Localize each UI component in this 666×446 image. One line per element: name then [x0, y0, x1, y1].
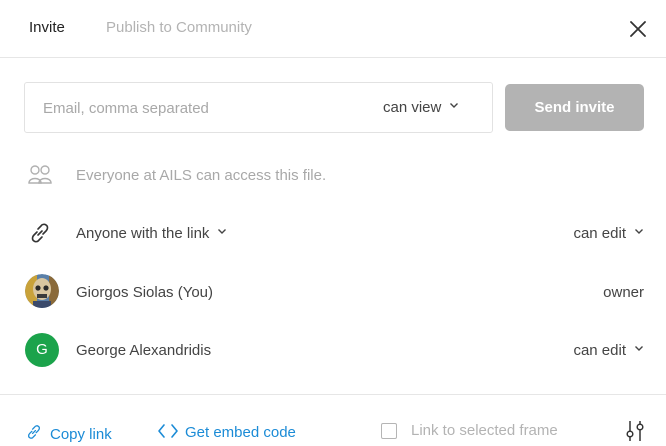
chevron-down-icon — [635, 229, 643, 234]
chevron-down-icon — [635, 346, 643, 351]
avatar — [25, 274, 59, 308]
tab-publish-to-community[interactable]: Publish to Community — [106, 19, 252, 36]
link-access-select[interactable]: Anyone with the link — [76, 225, 227, 242]
send-invite-button[interactable]: Send invite — [505, 84, 644, 131]
member-permission-select[interactable]: can edit — [573, 342, 644, 359]
email-input[interactable] — [43, 98, 343, 118]
member-role: owner — [603, 284, 644, 301]
link-icon — [31, 223, 49, 243]
link-frame-checkbox[interactable] — [381, 423, 397, 439]
member-name: Giorgos Siolas (You) — [76, 284, 214, 301]
close-icon[interactable] — [627, 18, 649, 40]
link-icon — [28, 425, 40, 439]
org-access-text: Everyone at AILS can access this file. — [76, 167, 327, 184]
code-icon — [158, 424, 178, 438]
people-icon — [28, 165, 52, 184]
link-permission-select[interactable]: can edit — [573, 225, 644, 242]
invite-permission-select[interactable]: can view — [383, 99, 459, 116]
member-permission-label: can edit — [573, 342, 626, 359]
get-embed-code-button[interactable]: Get embed code — [157, 422, 296, 441]
footer-divider — [0, 394, 666, 395]
sliders-icon[interactable] — [624, 419, 646, 443]
copy-link-button[interactable]: Copy link — [24, 422, 112, 443]
chevron-down-icon — [450, 103, 459, 108]
link-frame-label: Link to selected frame — [411, 422, 558, 439]
member-name: George Alexandridis — [76, 342, 212, 359]
avatar: G — [25, 333, 59, 367]
chevron-down-icon — [218, 229, 227, 234]
link-access-label: Anyone with the link — [76, 225, 210, 242]
link-permission-label: can edit — [573, 225, 626, 242]
tab-invite[interactable]: Invite — [29, 19, 65, 36]
dialog-header: Invite Publish to Community — [0, 0, 666, 58]
invite-permission-label: can view — [383, 99, 442, 116]
invite-field-box: can view — [24, 82, 493, 133]
get-embed-code-label: Get embed code — [185, 424, 296, 441]
copy-link-label: Copy link — [50, 426, 112, 443]
